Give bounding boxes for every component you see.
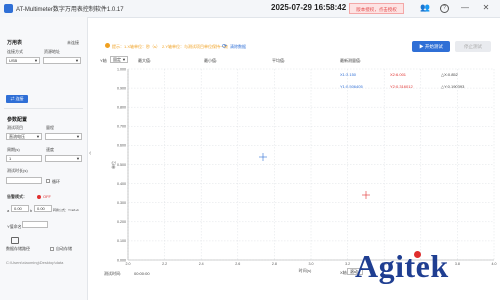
watermark-logo: Agitek <box>355 248 449 284</box>
watermark-dot <box>414 251 421 258</box>
x-tick-label: 2.4 <box>199 262 204 266</box>
y-tick-label: 1.000 <box>117 67 126 71</box>
x-tick-label: 3.2 <box>345 262 350 266</box>
y-tick-label: 0.200 <box>117 220 126 224</box>
y-tick-label: 0.900 <box>117 86 126 90</box>
x-axis-title: 时间(s) <box>299 267 312 273</box>
y-tick-label: 0.500 <box>117 163 126 167</box>
y-tick-label: 0.300 <box>117 201 126 205</box>
x-axis-control-label: X轴 <box>340 270 347 275</box>
x-tick-label: 2.8 <box>272 262 277 266</box>
x-tick-label: 3.8 <box>455 262 460 266</box>
x-tick-label: 2.2 <box>162 262 167 266</box>
elapsed-label: 测试时间: <box>104 271 122 276</box>
y-tick-label: 0.100 <box>117 239 126 243</box>
y-tick-label: 0.400 <box>117 182 126 186</box>
x-tick-label: 2.0 <box>126 262 131 266</box>
elapsed-value: 00:00:00 <box>134 271 150 276</box>
y-tick-label: 0.600 <box>117 144 126 148</box>
y-axis-title: 单位 <box>110 161 116 169</box>
x-tick-label: 2.6 <box>235 262 240 266</box>
x-tick-label: 4.0 <box>492 262 497 266</box>
y-tick-label: 0.700 <box>117 125 126 129</box>
y-tick-label: 0.800 <box>117 106 126 110</box>
x-tick-label: 3.0 <box>309 262 314 266</box>
